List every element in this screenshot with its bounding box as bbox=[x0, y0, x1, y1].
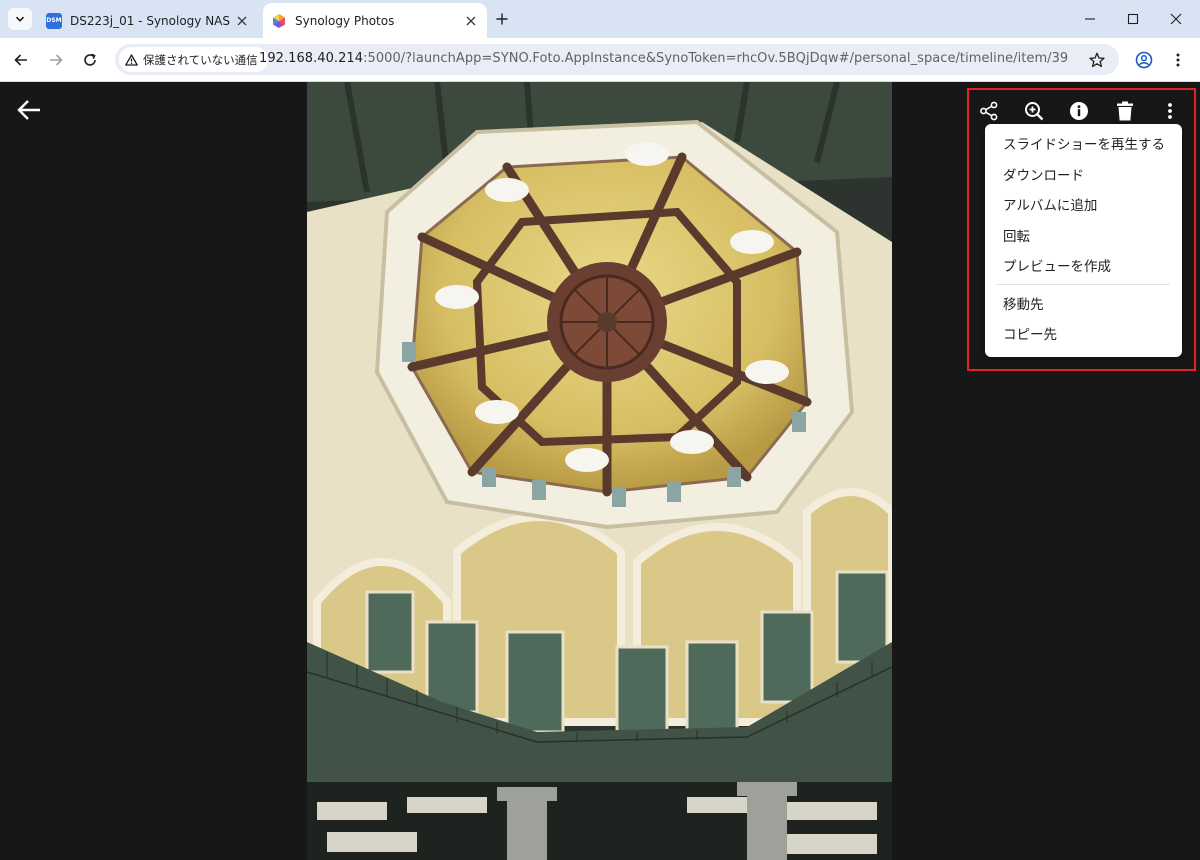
arrow-right-icon bbox=[50, 54, 63, 66]
minimize-icon bbox=[1085, 18, 1095, 20]
trash-icon bbox=[1117, 101, 1133, 121]
back-button[interactable] bbox=[11, 50, 31, 70]
close-window-button[interactable] bbox=[1166, 9, 1186, 29]
close-icon bbox=[1170, 13, 1182, 25]
security-label: 保護されていない通信 bbox=[143, 52, 258, 67]
tab-synology-photos[interactable]: Synology Photos bbox=[263, 3, 487, 38]
minimize-button[interactable] bbox=[1080, 9, 1100, 29]
forward-button[interactable] bbox=[46, 50, 66, 70]
reload-button[interactable] bbox=[80, 50, 100, 70]
menu-item-slideshow[interactable]: スライドショーを再生する bbox=[985, 128, 1182, 159]
browser-tab-strip: DSM DS223j_01 - Synology NAS Synology Ph… bbox=[0, 0, 1200, 38]
star-icon bbox=[1089, 52, 1105, 68]
menu-item-download[interactable]: ダウンロード bbox=[985, 159, 1182, 190]
url-text[interactable]: 192.168.40.214:5000/?launchApp=SYNO.Foto… bbox=[259, 51, 1068, 66]
more-vertical-icon bbox=[1176, 53, 1180, 67]
tab-title: DS223j_01 - Synology NAS bbox=[70, 13, 231, 28]
more-options-button[interactable] bbox=[1158, 99, 1182, 123]
info-icon bbox=[1070, 102, 1088, 120]
bookmark-button[interactable] bbox=[1087, 50, 1107, 70]
url-host: 192.168.40.214 bbox=[259, 51, 364, 66]
share-button[interactable] bbox=[977, 99, 1001, 123]
info-button[interactable] bbox=[1067, 99, 1091, 123]
address-bar[interactable]: 保護されていない通信 192.168.40.214:5000/?launchAp… bbox=[115, 44, 1119, 75]
delete-button[interactable] bbox=[1113, 99, 1137, 123]
zoom-in-icon bbox=[1025, 102, 1044, 121]
maximize-icon bbox=[1127, 13, 1139, 25]
dsm-favicon-icon: DSM bbox=[46, 12, 62, 29]
tab-search-button[interactable] bbox=[8, 8, 32, 30]
menu-item-move-to[interactable]: 移動先 bbox=[985, 288, 1182, 319]
profile-button[interactable] bbox=[1134, 50, 1154, 70]
synology-photos-favicon-icon bbox=[273, 13, 285, 28]
plus-icon bbox=[496, 13, 508, 25]
menu-item-copy-to[interactable]: コピー先 bbox=[985, 318, 1182, 349]
menu-item-add-to-album[interactable]: アルバムに追加 bbox=[985, 189, 1182, 220]
profile-icon bbox=[1135, 51, 1153, 69]
url-path: :5000/?launchApp=SYNO.Foto.AppInstance&S… bbox=[363, 51, 1069, 66]
arrow-left-icon bbox=[14, 54, 27, 66]
browser-menu-button[interactable] bbox=[1168, 50, 1188, 70]
chevron-down-icon bbox=[15, 16, 25, 22]
dome-ceiling-photo bbox=[307, 82, 892, 860]
more-options-menu: スライドショーを再生する ダウンロード アルバムに追加 回転 プレビューを作成 … bbox=[985, 124, 1182, 357]
close-icon[interactable] bbox=[463, 13, 479, 29]
tab-synology-nas[interactable]: DSM DS223j_01 - Synology NAS bbox=[40, 3, 258, 38]
share-icon bbox=[980, 101, 998, 121]
zoom-in-button[interactable] bbox=[1022, 99, 1046, 123]
reload-icon bbox=[84, 53, 96, 66]
menu-divider bbox=[997, 283, 1170, 285]
back-arrow-icon[interactable] bbox=[16, 98, 42, 122]
maximize-button[interactable] bbox=[1123, 9, 1143, 29]
close-icon[interactable] bbox=[234, 13, 250, 29]
tab-title: Synology Photos bbox=[295, 13, 395, 28]
browser-toolbar: 保護されていない通信 192.168.40.214:5000/?launchAp… bbox=[0, 38, 1200, 82]
security-indicator[interactable]: 保護されていない通信 bbox=[119, 47, 268, 72]
menu-item-create-preview[interactable]: プレビューを作成 bbox=[985, 250, 1182, 281]
more-vertical-icon bbox=[1168, 103, 1172, 119]
photo-viewer: スライドショーを再生する ダウンロード アルバムに追加 回転 プレビューを作成 … bbox=[0, 82, 1200, 860]
warning-icon bbox=[125, 53, 138, 66]
menu-item-rotate[interactable]: 回転 bbox=[985, 220, 1182, 251]
new-tab-button[interactable] bbox=[493, 10, 511, 28]
